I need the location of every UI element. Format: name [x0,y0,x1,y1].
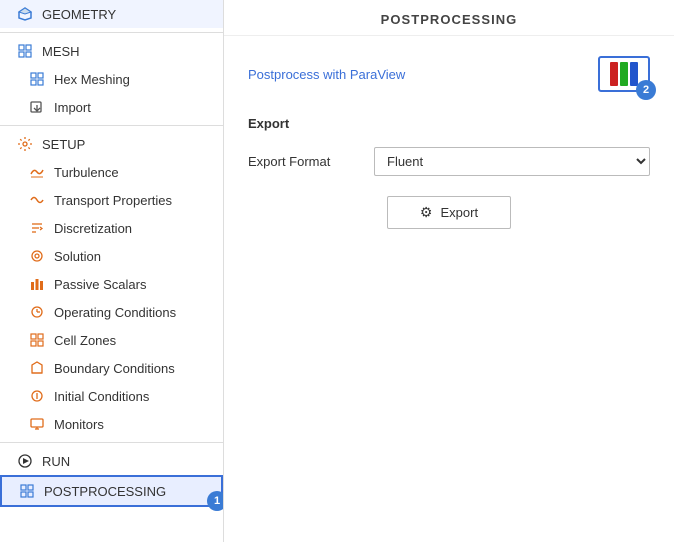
divider-3 [0,442,223,443]
import-icon [28,98,46,116]
paraview-badge: 2 [636,80,656,100]
sidebar-item-setup[interactable]: SETUP [0,130,223,158]
sidebar-item-monitors[interactable]: Monitors [0,410,223,438]
postprocessing-icon [18,482,36,500]
sidebar-item-geometry-label: GEOMETRY [42,7,211,22]
sidebar-item-hex-meshing[interactable]: Hex Meshing [0,65,223,93]
sidebar-item-passive-scalars[interactable]: Passive Scalars [0,270,223,298]
mesh-icon [16,42,34,60]
export-format-row: Export Format Fluent OpenFOAM VTK [248,147,650,176]
hexmesh-icon [28,70,46,88]
main-header: POSTPROCESSING [224,0,674,36]
sidebar-item-mesh-label: MESH [42,44,211,59]
sidebar-item-boundary-conditions-label: Boundary Conditions [54,361,211,376]
sidebar-item-discretization-label: Discretization [54,221,211,236]
sidebar: GEOMETRY MESH Hex Meshing [0,0,224,542]
sidebar-item-mesh[interactable]: MESH [0,37,223,65]
transport-icon [28,191,46,209]
operating-conditions-icon [28,303,46,321]
passive-scalars-icon [28,275,46,293]
paraview-bar-green [620,62,628,86]
paraview-bar-blue [630,62,638,86]
sidebar-item-solution-label: Solution [54,249,211,264]
sidebar-item-turbulence[interactable]: Turbulence [0,158,223,186]
sidebar-item-solution[interactable]: Solution [0,242,223,270]
sidebar-item-turbulence-label: Turbulence [54,165,211,180]
paraview-label: Postprocess with ParaView [248,67,405,82]
export-button-label: Export [440,205,478,220]
main-content: POSTPROCESSING Postprocess with ParaView… [224,0,674,542]
postprocessing-badge: 1 [207,491,224,511]
main-body: Postprocess with ParaView 2 Export Expor… [224,36,674,542]
sidebar-item-operating-conditions[interactable]: Operating Conditions [0,298,223,326]
gear-icon: ⚙ [420,204,433,221]
sidebar-item-import-label: Import [54,100,211,115]
export-section-label: Export [248,116,650,131]
sidebar-item-run-label: RUN [42,454,211,469]
sidebar-item-cell-zones-label: Cell Zones [54,333,211,348]
sidebar-item-postprocessing[interactable]: POSTPROCESSING 1 [0,475,223,507]
sidebar-item-boundary-conditions[interactable]: Boundary Conditions [0,354,223,382]
sidebar-item-initial-conditions[interactable]: Initial Conditions [0,382,223,410]
sidebar-item-transport-label: Transport Properties [54,193,211,208]
initial-conditions-icon [28,387,46,405]
boundary-conditions-icon [28,359,46,377]
export-format-label: Export Format [248,154,358,169]
sidebar-item-transport-properties[interactable]: Transport Properties [0,186,223,214]
paraview-bar-red [610,62,618,86]
setup-icon [16,135,34,153]
export-format-select[interactable]: Fluent OpenFOAM VTK [374,147,650,176]
run-icon [16,452,34,470]
sidebar-item-import[interactable]: Import [0,93,223,121]
sidebar-item-cell-zones[interactable]: Cell Zones [0,326,223,354]
sidebar-item-initial-conditions-label: Initial Conditions [54,389,211,404]
sidebar-item-monitors-label: Monitors [54,417,211,432]
monitors-icon [28,415,46,433]
sidebar-item-passive-scalars-label: Passive Scalars [54,277,211,292]
solution-icon [28,247,46,265]
sidebar-item-geometry[interactable]: GEOMETRY [0,0,223,28]
sidebar-item-operating-conditions-label: Operating Conditions [54,305,211,320]
export-button[interactable]: ⚙ Export [387,196,511,229]
sidebar-item-hex-meshing-label: Hex Meshing [54,72,211,87]
discretization-icon [28,219,46,237]
cell-zones-icon [28,331,46,349]
turbulence-icon [28,163,46,181]
divider-2 [0,125,223,126]
divider-1 [0,32,223,33]
sidebar-item-postprocessing-label: POSTPROCESSING [44,484,209,499]
sidebar-item-run[interactable]: RUN [0,447,223,475]
sidebar-item-discretization[interactable]: Discretization [0,214,223,242]
geometry-icon [16,5,34,23]
sidebar-item-setup-label: SETUP [42,137,211,152]
paraview-row: Postprocess with ParaView 2 [248,56,650,92]
paraview-button[interactable]: 2 [598,56,650,92]
